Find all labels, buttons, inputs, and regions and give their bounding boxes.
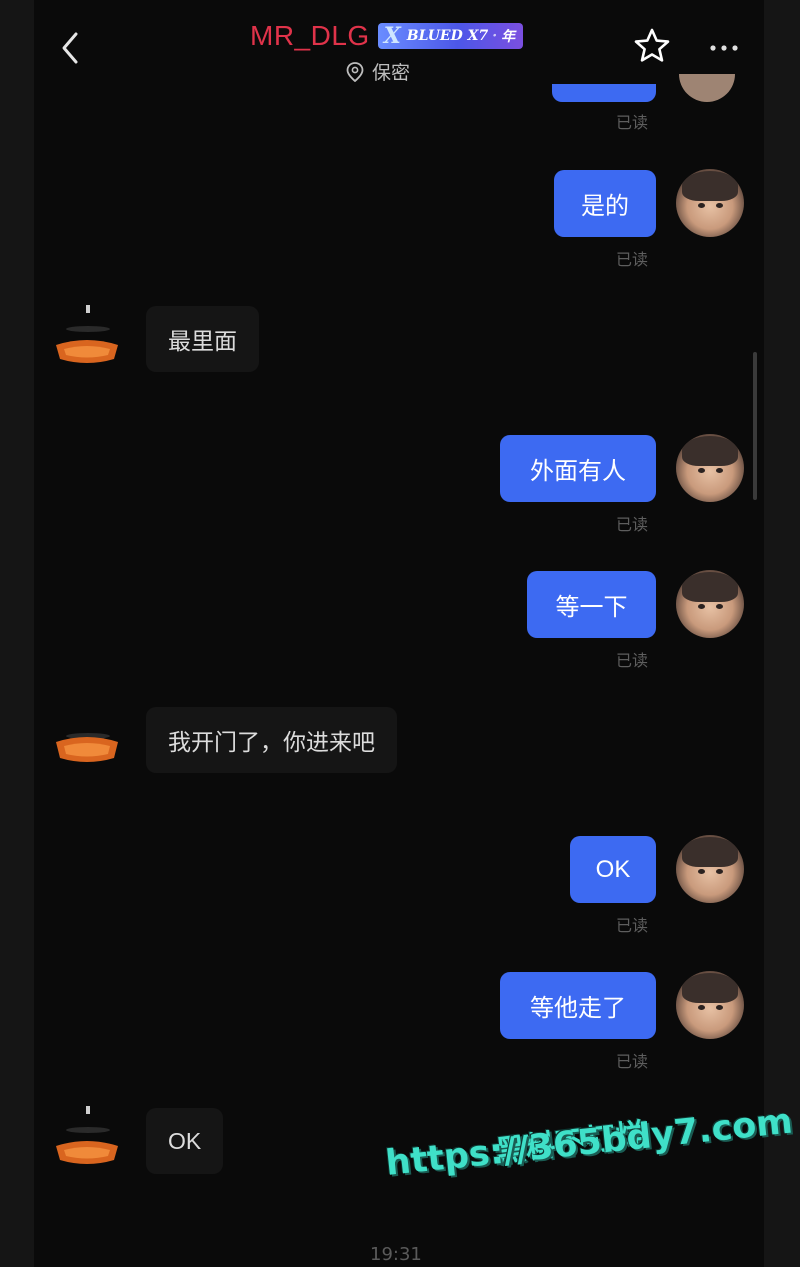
back-button[interactable] [54, 28, 90, 68]
left-margin [0, 0, 34, 1267]
read-status: 已读 [616, 651, 649, 670]
star-outline-icon [634, 28, 670, 62]
self-avatar[interactable] [676, 434, 744, 502]
message-bubble-outgoing[interactable]: 外面有人 [500, 435, 656, 502]
vip-x-logo: X [383, 23, 401, 49]
location-pin-icon [346, 61, 364, 82]
read-status: 已读 [616, 515, 649, 534]
location-info: 保密 [346, 58, 410, 85]
previous-message-bubble[interactable] [552, 84, 656, 102]
message-bubble-outgoing[interactable]: OK [570, 836, 656, 903]
vip-badge-text: BLUED X7 [406, 28, 489, 44]
contact-avatar[interactable] [52, 305, 122, 365]
message-bubble-outgoing[interactable]: 是的 [554, 170, 656, 237]
read-status: 已读 [616, 250, 649, 269]
contact-avatar[interactable] [52, 1106, 122, 1166]
read-status: 已读 [616, 113, 649, 132]
favorite-button[interactable] [632, 26, 672, 66]
title-bar: MR_DLG X BLUED X7 · 年 [250, 16, 524, 56]
contact-avatar[interactable] [52, 712, 122, 772]
location-text: 保密 [372, 62, 411, 84]
self-avatar[interactable] [676, 971, 744, 1039]
read-status: 已读 [616, 1052, 649, 1071]
contact-name[interactable]: MR_DLG [250, 20, 370, 52]
scrollbar[interactable] [753, 352, 757, 500]
message-bubble-incoming[interactable]: 最里面 [146, 306, 259, 372]
more-dots-icon [710, 45, 738, 51]
message-timestamp: 19:31 [370, 1244, 422, 1265]
self-avatar[interactable] [676, 570, 744, 638]
vip-badge-separator: · [492, 28, 498, 44]
chevron-left-icon [62, 32, 78, 64]
message-bubble-outgoing[interactable]: 等一下 [527, 571, 656, 638]
read-status: 已读 [616, 916, 649, 935]
self-avatar[interactable] [676, 835, 744, 903]
right-margin [764, 0, 800, 1267]
message-bubble-incoming[interactable]: 我开门了，你进来吧 [146, 707, 397, 773]
self-avatar[interactable] [676, 169, 744, 237]
more-options-button[interactable] [706, 30, 742, 66]
chat-screen: MR_DLG X BLUED X7 · 年 保密 已读 是的 已读 最里面 外面… [34, 0, 764, 1267]
vip-badge: X BLUED X7 · 年 [377, 23, 524, 49]
message-bubble-outgoing[interactable]: 等他走了 [500, 972, 656, 1039]
vip-badge-suffix: 年 [501, 29, 516, 45]
message-bubble-incoming[interactable]: OK [146, 1108, 224, 1174]
